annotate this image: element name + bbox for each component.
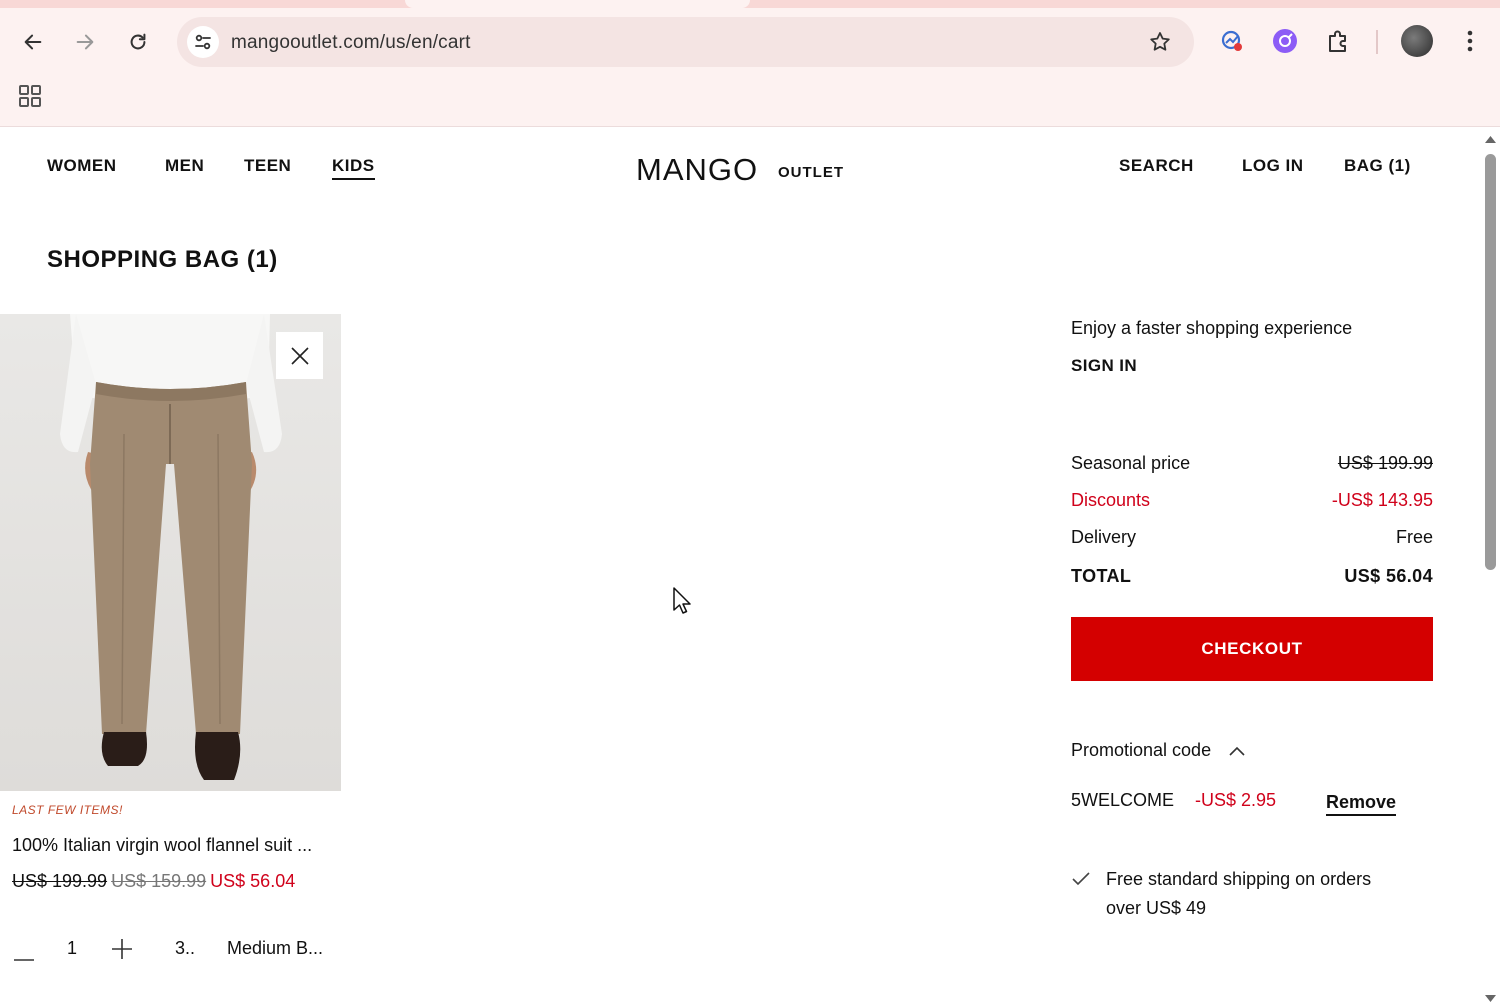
quantity-value: 1 xyxy=(67,938,78,958)
signin-prompt: Enjoy a faster shopping experience xyxy=(1071,318,1353,338)
price-original: US$ 199.99 xyxy=(12,871,108,891)
promo-code-applied: 5WELCOME xyxy=(1071,790,1175,810)
total-label: TOTAL xyxy=(1071,566,1132,586)
delivery-label: Delivery xyxy=(1071,527,1137,547)
quantity-decrease-button[interactable] xyxy=(13,946,35,967)
nav-kids[interactable]: KIDS xyxy=(332,156,375,180)
toolbar-divider xyxy=(1376,30,1378,54)
quantity-increase-button[interactable] xyxy=(111,938,133,965)
checkmark-icon xyxy=(1072,872,1090,886)
nav-login[interactable]: LOG IN xyxy=(1242,156,1304,176)
extensions-puzzle-icon[interactable] xyxy=(1324,27,1352,55)
mouse-cursor-icon xyxy=(673,587,691,614)
reload-button[interactable] xyxy=(120,24,156,60)
site-settings-icon[interactable] xyxy=(187,26,219,58)
active-tab[interactable] xyxy=(405,0,750,8)
product-name[interactable]: 100% Italian virgin wool flannel suit ..… xyxy=(12,835,312,856)
signin-link[interactable]: SIGN IN xyxy=(1071,356,1137,376)
nav-women[interactable]: WOMEN xyxy=(47,156,117,176)
nav-men[interactable]: MEN xyxy=(165,156,204,176)
page-title: SHOPPING BAG (1) xyxy=(47,246,278,273)
shipping-info-line1: Free standard shipping on orders xyxy=(1106,869,1372,889)
product-prices: US$ 199.99 US$ 159.99 US$ 56.04 xyxy=(12,871,295,892)
color-selector[interactable]: Medium B... xyxy=(227,938,323,959)
price-current: US$ 56.04 xyxy=(210,871,296,891)
promo-code-toggle[interactable]: Promotional code xyxy=(1071,740,1246,761)
site-logo-outlet[interactable]: OUTLET xyxy=(778,164,844,181)
bookmark-star-icon[interactable] xyxy=(1148,30,1172,54)
url-text[interactable]: mangooutlet.com/us/en/cart xyxy=(231,32,471,54)
promo-discount-value: -US$ 2.95 xyxy=(1195,790,1277,810)
close-icon xyxy=(290,346,309,365)
nav-bag[interactable]: BAG (1) xyxy=(1344,156,1411,176)
checkout-button[interactable]: CHECKOUT xyxy=(1071,617,1433,681)
profile-avatar[interactable] xyxy=(1401,25,1433,57)
address-bar[interactable]: mangooutlet.com/us/en/cart xyxy=(177,17,1194,67)
product-image[interactable] xyxy=(0,314,341,791)
promo-remove-link[interactable]: Remove xyxy=(1326,792,1397,816)
stock-badge: LAST FEW ITEMS! xyxy=(12,803,123,817)
nav-search[interactable]: SEARCH xyxy=(1119,156,1194,176)
nav-teen[interactable]: TEEN xyxy=(244,156,291,176)
seasonal-price-label: Seasonal price xyxy=(1071,453,1191,473)
tab-strip xyxy=(0,0,1500,8)
discounts-value: -US$ 143.95 xyxy=(1331,490,1433,510)
arrow-right-icon xyxy=(76,34,94,50)
seasonal-price-value: US$ 199.99 xyxy=(1337,453,1433,473)
scroll-down-arrow-icon[interactable] xyxy=(1484,994,1497,1004)
remove-item-button[interactable] xyxy=(276,332,323,379)
apps-grid-icon[interactable] xyxy=(18,84,42,108)
plus-icon xyxy=(112,939,132,959)
total-value: US$ 56.04 xyxy=(1344,566,1433,586)
forward-button[interactable] xyxy=(67,24,103,60)
promo-code-label: Promotional code xyxy=(1071,740,1212,760)
chevron-up-icon xyxy=(1229,747,1245,756)
delivery-value: Free xyxy=(1395,527,1433,547)
browser-chrome: mangooutlet.com/us/en/cart xyxy=(0,0,1500,127)
site-logo[interactable]: MANGO xyxy=(636,152,758,188)
reload-icon xyxy=(130,33,146,50)
extension-purple-icon[interactable] xyxy=(1271,27,1299,55)
arrow-left-icon xyxy=(24,34,42,50)
page-scrollbar[interactable] xyxy=(1481,128,1500,1007)
minus-icon xyxy=(14,959,34,961)
price-intermediate: US$ 159.99 xyxy=(111,871,207,891)
back-button[interactable] xyxy=(15,24,51,60)
extension-monitor-icon[interactable] xyxy=(1218,27,1246,55)
scroll-up-arrow-icon[interactable] xyxy=(1484,134,1497,144)
discounts-label: Discounts xyxy=(1071,490,1151,510)
shipping-info-line2: over US$ 49 xyxy=(1106,898,1207,918)
trousers-model-illustration xyxy=(60,314,282,780)
size-selector[interactable]: 3.. xyxy=(175,938,195,959)
browser-menu-icon[interactable] xyxy=(1456,27,1484,55)
scrollbar-thumb[interactable] xyxy=(1485,154,1496,570)
